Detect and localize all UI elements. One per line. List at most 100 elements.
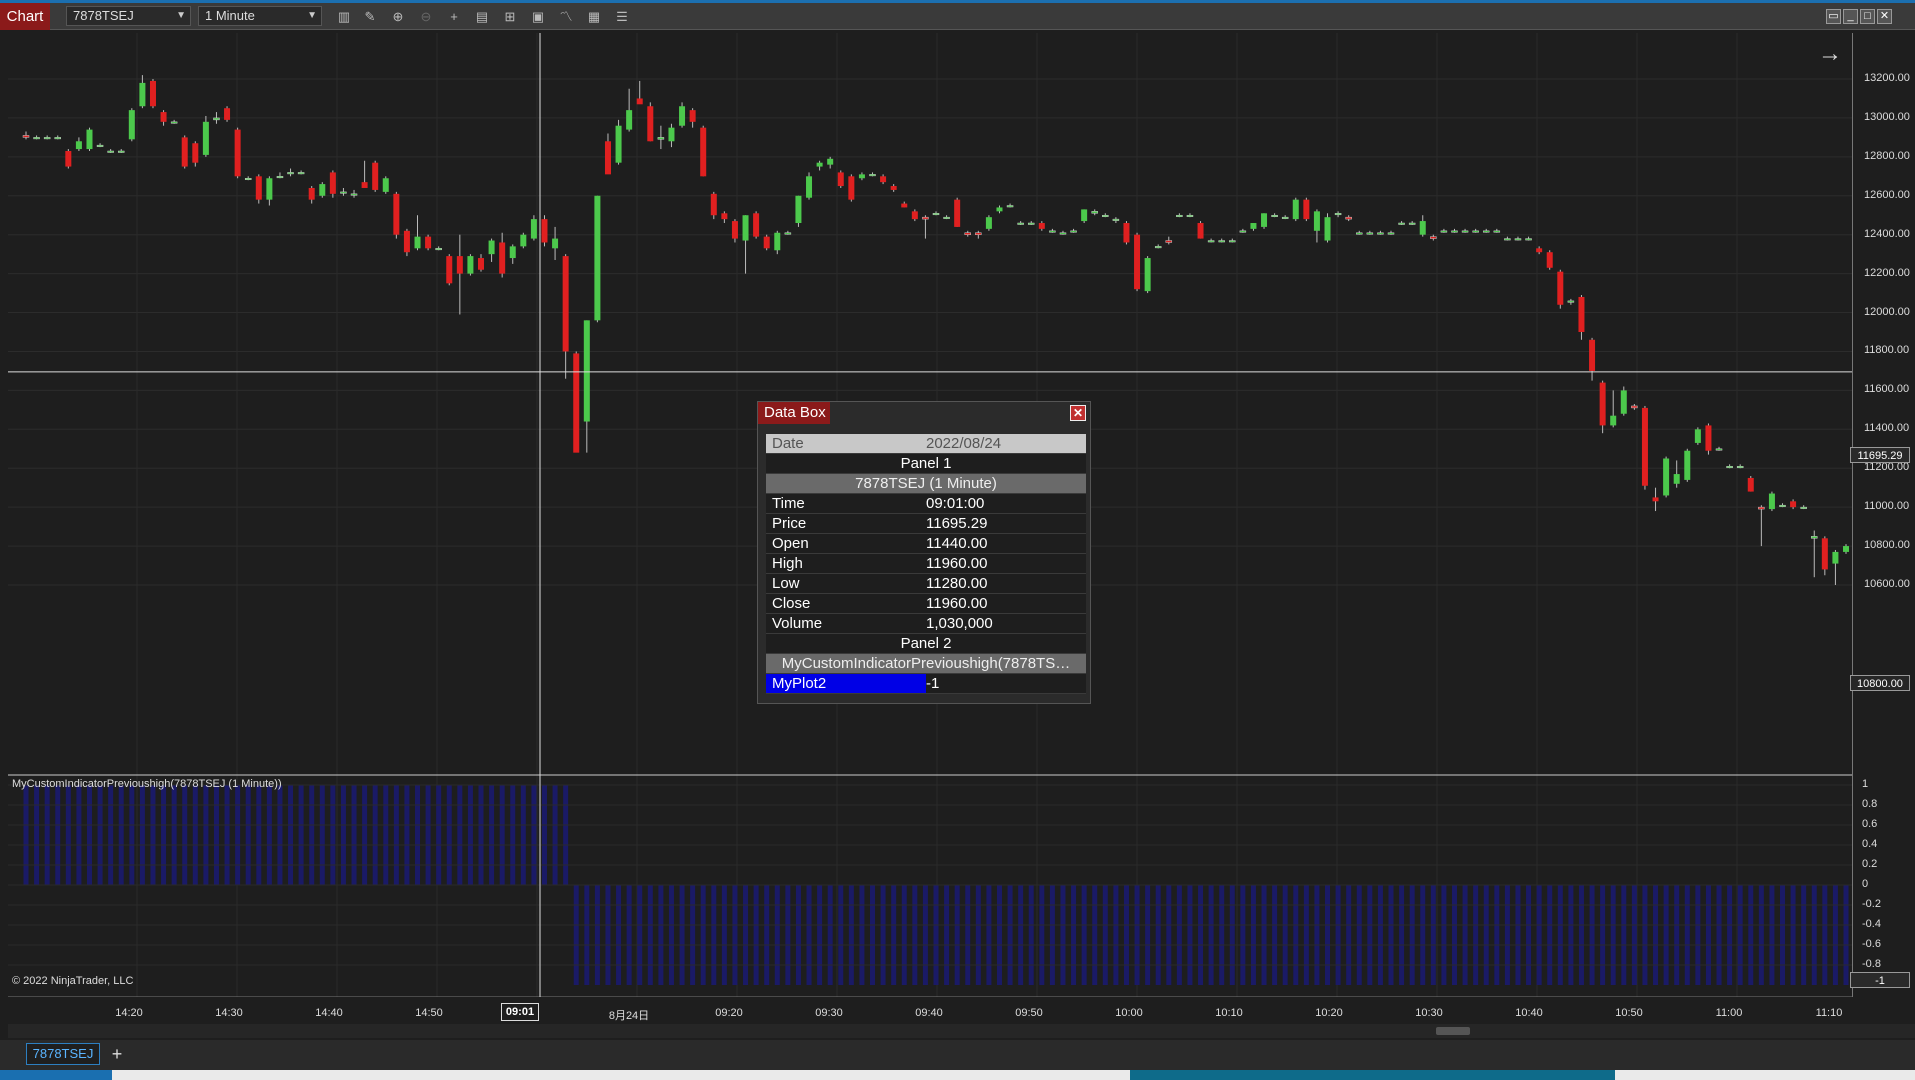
- indicator-bar: [594, 885, 600, 985]
- candle-body: [319, 184, 326, 196]
- candle-body: [530, 219, 537, 239]
- indicator-bar: [785, 885, 791, 985]
- crosshair-icon[interactable]: +: [445, 8, 463, 26]
- candle-body: [509, 246, 516, 259]
- price-axis[interactable]: [1852, 33, 1915, 997]
- indicator-bar: [182, 785, 188, 885]
- candle-body: [890, 186, 897, 190]
- chart-title-tab[interactable]: Chart: [0, 3, 50, 30]
- price-tick: 12200.00: [1864, 266, 1910, 279]
- candle-body: [1694, 429, 1701, 443]
- time-label: 11:00: [1715, 1007, 1743, 1019]
- price-tick: 11400.00: [1864, 422, 1910, 435]
- indicator-bar: [637, 885, 643, 985]
- candle-body: [1514, 238, 1522, 241]
- indicator-bar: [266, 785, 272, 885]
- data-box-window[interactable]: Data Box ✕ Date 2022/08/24 Panel 1 7878T…: [757, 401, 1091, 704]
- indicator-bar: [975, 885, 981, 985]
- candle-body: [255, 176, 262, 200]
- candle-body: [753, 213, 760, 237]
- indicator-bar: [1504, 885, 1510, 985]
- candle-body: [1652, 497, 1659, 502]
- tile-window-icon[interactable]: ▭: [1826, 9, 1841, 24]
- zoom-in-icon[interactable]: ⊕: [389, 8, 407, 26]
- time-label: 10:00: [1115, 1007, 1143, 1019]
- candle-body: [774, 232, 781, 251]
- candle-body: [1271, 214, 1278, 217]
- indicator-bar: [1494, 885, 1500, 985]
- interval-selector-value: 1 Minute: [205, 8, 255, 23]
- indicator-bar: [1166, 885, 1172, 985]
- indicator-bar: [870, 885, 876, 985]
- last-price-tag: 10800.00: [1850, 675, 1910, 691]
- candle-body: [1641, 407, 1648, 486]
- candle-body: [1324, 217, 1331, 241]
- data-box-titlebar[interactable]: Data Box ✕: [758, 402, 1090, 424]
- candle-body: [1366, 232, 1374, 235]
- crosshair-price-tag: 11695.29: [1850, 447, 1910, 463]
- indicator-bar: [1758, 885, 1764, 985]
- indicator-bar: [1092, 885, 1098, 985]
- candle-body: [382, 178, 389, 192]
- candle-body: [721, 213, 728, 220]
- data-box-close-button[interactable]: ✕: [1070, 405, 1086, 421]
- indicator-bar: [1727, 885, 1733, 985]
- indicator-bar: [362, 785, 368, 885]
- indicator-bar: [1769, 885, 1775, 985]
- drawing-tool-icon[interactable]: ✎: [361, 8, 379, 26]
- instrument-tab[interactable]: 7878TSEJ: [26, 1043, 100, 1065]
- indicator-bar: [1145, 885, 1151, 985]
- time-label: 10:20: [1315, 1007, 1343, 1019]
- indicator-bar: [1589, 885, 1595, 985]
- data-row: Close 11960.00: [766, 594, 1086, 614]
- candle-body: [1345, 216, 1352, 220]
- row-value: 11280.00: [926, 575, 988, 592]
- indicator-bar: [1790, 885, 1796, 985]
- candle-body: [985, 217, 992, 229]
- indicator-bar: [1071, 885, 1077, 985]
- indicator-bar: [1250, 885, 1256, 985]
- instrument-selector[interactable]: 7878TSEJ ▼: [66, 6, 191, 26]
- properties-icon[interactable]: ▤: [473, 8, 491, 26]
- arrow-right-icon[interactable]: →: [1818, 40, 1842, 68]
- candle-body: [583, 320, 590, 422]
- interval-selector[interactable]: 1 Minute ▼: [198, 6, 322, 26]
- scrollbar-thumb[interactable]: [1436, 1027, 1470, 1035]
- data-box-icon[interactable]: ▦: [585, 8, 603, 26]
- maximize-icon[interactable]: □: [1860, 9, 1875, 24]
- candle-body: [1546, 252, 1553, 268]
- indicator-bar: [1187, 885, 1193, 985]
- templates-icon[interactable]: ⊞: [501, 8, 519, 26]
- candle-body: [1811, 536, 1818, 539]
- strategies-icon[interactable]: ▣: [529, 8, 547, 26]
- indicator-bar: [1028, 885, 1034, 985]
- indicator-bar: [23, 785, 29, 885]
- candle-body: [795, 195, 802, 224]
- minimize-icon[interactable]: _: [1843, 9, 1858, 24]
- bars-type-icon[interactable]: ▥: [335, 8, 353, 26]
- instrument-selector-value: 7878TSEJ: [73, 8, 134, 23]
- indicators-icon[interactable]: 〽: [557, 8, 575, 26]
- horizontal-scrollbar[interactable]: [8, 1024, 1915, 1038]
- object-list-icon[interactable]: ☰: [613, 8, 631, 26]
- indicator-bar: [1737, 885, 1743, 985]
- candle-body: [1768, 493, 1775, 510]
- chevron-down-icon: ▼: [307, 10, 317, 21]
- candle-body: [361, 182, 368, 188]
- candle-body: [1038, 223, 1045, 229]
- candle-body: [86, 129, 93, 150]
- close-icon[interactable]: ✕: [1877, 9, 1892, 24]
- candle-body: [308, 187, 315, 200]
- add-tab-button[interactable]: +: [106, 1043, 128, 1065]
- indicator-bar: [901, 885, 907, 985]
- indicator-bar: [1843, 885, 1849, 985]
- indicator-bar: [1060, 885, 1066, 985]
- row-key: Close: [772, 595, 811, 612]
- indicator-bar: [351, 785, 357, 885]
- candle-body: [435, 248, 442, 251]
- candle-body: [33, 137, 40, 140]
- panel1-header: Panel 1: [766, 454, 1086, 474]
- indicator-bar: [1568, 885, 1574, 985]
- candle-body: [541, 219, 548, 243]
- zoom-out-icon[interactable]: ⊖: [417, 8, 435, 26]
